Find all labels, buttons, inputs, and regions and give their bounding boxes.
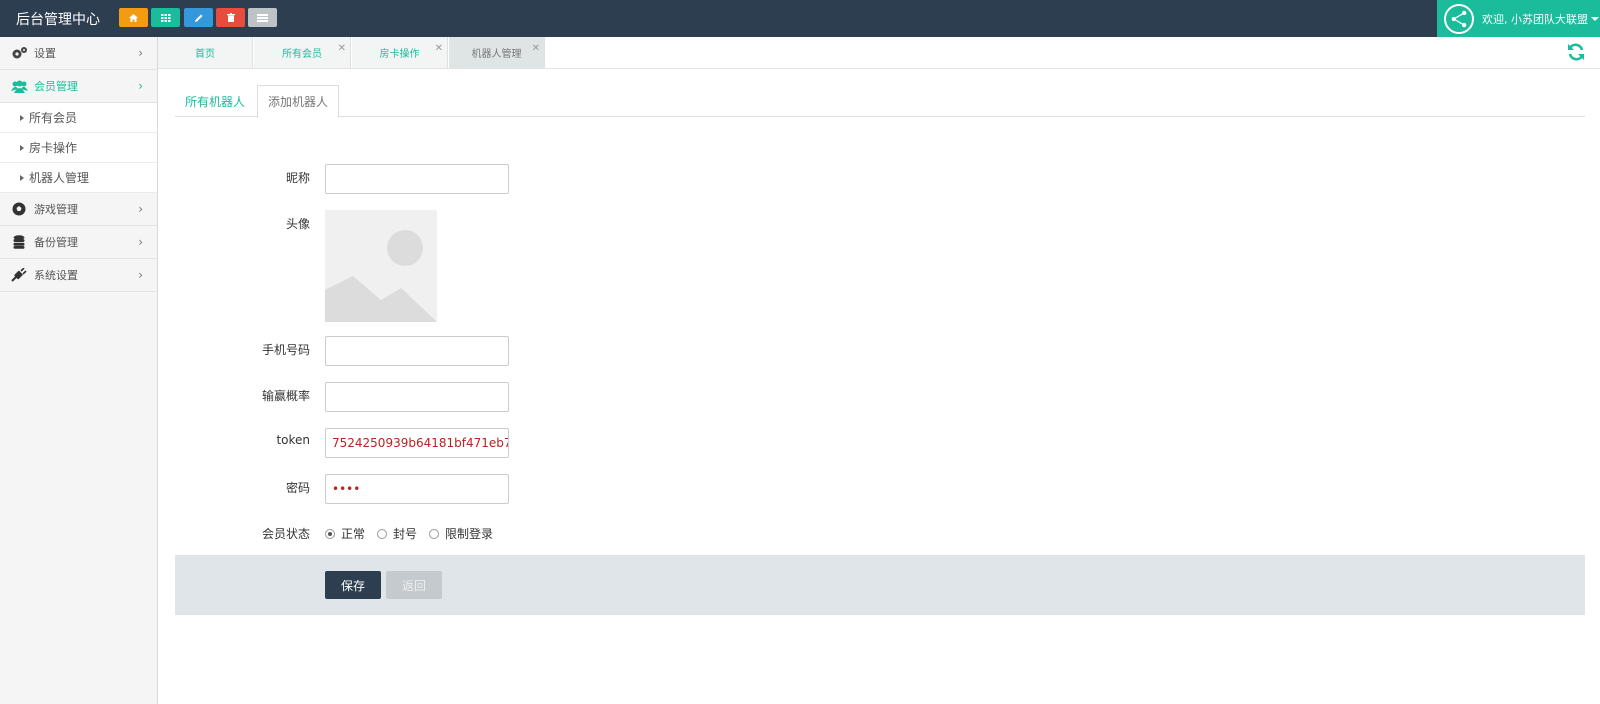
sidebar-item-label: 设置 — [34, 47, 56, 60]
radio-button[interactable] — [377, 528, 388, 539]
chevron-right-icon: › — [138, 79, 143, 93]
tab-label: 添加机器人 — [268, 95, 329, 109]
phone-input[interactable] — [325, 336, 509, 366]
delete-button[interactable] — [216, 8, 245, 27]
submenu-item-label: 所有会员 — [29, 111, 78, 125]
submenu-item-label: 房卡操作 — [29, 141, 78, 155]
plug-icon — [10, 268, 28, 282]
grid-button[interactable] — [151, 8, 180, 27]
sidebar-item-label: 游戏管理 — [34, 203, 78, 216]
status-option-normal[interactable]: 正常 — [325, 525, 365, 542]
sidebar-item-system-settings[interactable]: 系统设置 › — [0, 259, 157, 292]
caret-right-icon — [20, 174, 24, 181]
soccer-ball-icon — [10, 202, 28, 216]
radio-label: 限制登录 — [445, 527, 494, 541]
trash-icon — [226, 13, 235, 22]
radio-label: 封号 — [393, 527, 418, 541]
password-label: 密码 — [285, 481, 310, 495]
sidebar-item-label: 系统设置 — [34, 269, 78, 282]
list-icon — [257, 13, 268, 22]
chevron-right-icon: › — [138, 235, 143, 249]
edit-button[interactable] — [184, 8, 213, 27]
avatar-upload[interactable] — [325, 210, 437, 322]
radio-label: 正常 — [341, 527, 366, 541]
main-content: 所有机器人 添加机器人 昵称 头像 手机号码 输赢概率 token 752425… — [175, 85, 1585, 541]
status-radio-group: 正常 封号 限制登录 — [325, 525, 505, 542]
sidebar: 设置 › 会员管理 › 所有会员 房卡操作 机器人管理 游戏管理 › 备份管理 … — [0, 37, 158, 704]
status-option-restricted[interactable]: 限制登录 — [429, 525, 493, 542]
win-rate-input[interactable] — [325, 382, 509, 412]
back-button[interactable]: 返回 — [386, 571, 442, 599]
pencil-icon — [194, 14, 202, 22]
image-placeholder-icon — [325, 210, 437, 322]
tab-label: 所有机器人 — [185, 94, 246, 109]
database-icon — [10, 235, 28, 249]
radio-button[interactable] — [429, 528, 440, 539]
content-tabs: 所有机器人 添加机器人 — [175, 85, 1585, 118]
sidebar-item-label: 备份管理 — [34, 236, 78, 249]
chevron-right-icon: › — [138, 268, 143, 282]
avatar-label: 头像 — [285, 217, 310, 231]
status-label: 会员状态 — [261, 527, 310, 541]
share-icon — [1444, 3, 1474, 34]
page-tab-room-cards[interactable]: 房卡操作 ✕ — [352, 37, 448, 68]
page-tab-label: 机器人管理 — [471, 49, 522, 60]
chevron-right-icon: › — [138, 46, 143, 60]
page-tab-home[interactable]: 首页 — [158, 37, 253, 68]
token-label: token — [276, 433, 310, 447]
tab-all-robots[interactable]: 所有机器人 — [175, 85, 255, 117]
close-icon[interactable]: ✕ — [532, 43, 540, 54]
page-tab-label: 房卡操作 — [379, 49, 420, 60]
page-tab-bar: 首页 所有会员 ✕ 房卡操作 ✕ 机器人管理 ✕ — [158, 37, 1600, 69]
chevron-right-icon: › — [138, 202, 143, 216]
members-submenu: 所有会员 房卡操作 机器人管理 — [0, 103, 157, 193]
nickname-input[interactable] — [325, 164, 509, 194]
user-menu[interactable]: 欢迎, 小苏团队大联盟 — [1437, 0, 1600, 37]
page-tab-robot-management[interactable]: 机器人管理 ✕ — [449, 37, 545, 68]
top-bar: 后台管理中心 欢迎, 小苏团队大联盟 — [0, 0, 1600, 37]
nickname-label: 昵称 — [285, 171, 310, 185]
caret-down-icon — [1591, 16, 1599, 21]
page-tab-label: 首页 — [195, 49, 215, 60]
page-tab-all-members[interactable]: 所有会员 ✕ — [254, 37, 351, 68]
sidebar-item-settings[interactable]: 设置 › — [0, 37, 157, 70]
sidebar-item-members[interactable]: 会员管理 › — [0, 70, 157, 103]
submenu-item-robot-management[interactable]: 机器人管理 — [0, 163, 157, 193]
grid-icon — [160, 13, 170, 22]
caret-right-icon — [20, 114, 24, 121]
status-option-banned[interactable]: 封号 — [377, 525, 417, 542]
sidebar-item-games[interactable]: 游戏管理 › — [0, 193, 157, 226]
close-icon[interactable]: ✕ — [435, 43, 443, 54]
save-button[interactable]: 保存 — [325, 571, 381, 599]
form-actions: 保存 返回 — [175, 555, 1585, 615]
sidebar-item-label: 会员管理 — [34, 80, 78, 93]
submenu-item-room-cards[interactable]: 房卡操作 — [0, 133, 157, 163]
tab-add-robot[interactable]: 添加机器人 — [257, 85, 340, 118]
home-icon — [129, 13, 138, 22]
close-icon[interactable]: ✕ — [338, 43, 346, 54]
list-button[interactable] — [248, 8, 277, 27]
password-input[interactable]: •••• — [325, 474, 509, 504]
app-title: 后台管理中心 — [16, 12, 100, 28]
page-tab-label: 所有会员 — [282, 49, 322, 60]
refresh-icon[interactable] — [1566, 42, 1586, 67]
home-button[interactable] — [119, 8, 148, 27]
submenu-item-all-members[interactable]: 所有会员 — [0, 103, 157, 133]
phone-label: 手机号码 — [261, 343, 310, 357]
win-rate-label: 输赢概率 — [261, 389, 310, 403]
caret-right-icon — [20, 144, 24, 151]
user-greeting: 欢迎, 小苏团队大联盟 — [1482, 12, 1588, 26]
token-input[interactable]: 7524250939b64181bf471eb79 — [325, 428, 509, 458]
gears-icon — [10, 46, 28, 60]
radio-button[interactable] — [325, 528, 335, 539]
users-icon — [10, 79, 28, 93]
submenu-item-label: 机器人管理 — [29, 171, 90, 185]
sidebar-item-backup[interactable]: 备份管理 › — [0, 226, 157, 259]
